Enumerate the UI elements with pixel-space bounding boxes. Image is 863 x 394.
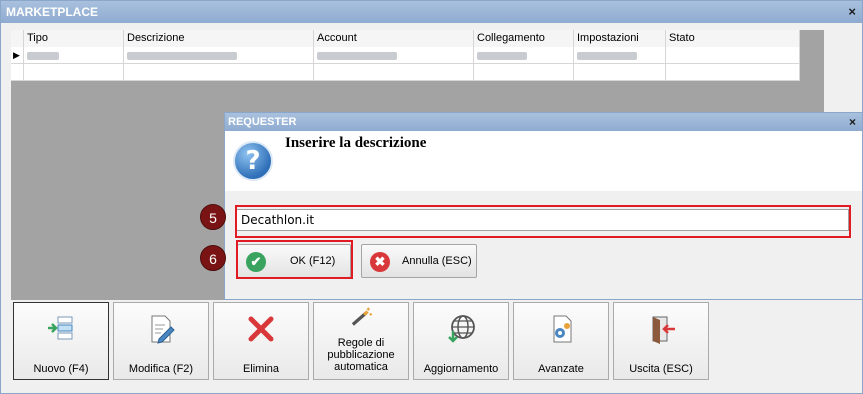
cell-impostazioni (574, 64, 666, 81)
step-badge-5: 5 (200, 204, 226, 230)
cell-collegamento (474, 64, 574, 81)
step-badge-6: 6 (200, 245, 226, 271)
bottom-toolbar: Nuovo (F4) Modifica (F2) Elimina Regole … (11, 302, 860, 382)
update-button[interactable]: Aggiornamento (413, 302, 509, 380)
delete-button-label: Elimina (242, 363, 280, 375)
update-button-label: Aggiornamento (423, 363, 499, 375)
cell-impostazioni (574, 47, 666, 64)
advanced-button[interactable]: Avanzate (513, 302, 609, 380)
auto-publish-rules-label: Regole di pubblicazione automatica (327, 337, 395, 373)
cell-stato (666, 47, 800, 64)
new-button-label: Nuovo (F4) (33, 363, 89, 375)
redacted-value (577, 52, 637, 60)
grid-header-stato[interactable]: Stato (666, 30, 800, 47)
dialog-title: REQUESTER (228, 116, 297, 128)
table-row[interactable] (11, 64, 800, 81)
window-close-icon[interactable]: × (848, 1, 856, 23)
auto-publish-rules-button[interactable]: Regole di pubblicazione automatica (313, 302, 409, 380)
new-record-icon (14, 313, 108, 345)
cell-tipo (24, 64, 124, 81)
cancel-button-label: Annulla (ESC) (402, 255, 472, 267)
cell-account (314, 47, 474, 64)
grid-table: Tipo Descrizione Account Collegamento Im… (11, 30, 800, 81)
edit-button[interactable]: Modifica (F2) (113, 302, 209, 380)
question-icon: ? (233, 141, 273, 181)
redacted-value (477, 52, 527, 60)
grid-header-row: Tipo Descrizione Account Collegamento Im… (11, 30, 800, 47)
delete-icon (214, 313, 308, 345)
edit-icon (114, 313, 208, 345)
globe-download-icon (414, 313, 508, 345)
settings-document-icon (514, 313, 608, 345)
dialog-close-icon[interactable]: × (849, 113, 856, 131)
advanced-button-label: Avanzate (538, 363, 584, 375)
cell-stato (666, 64, 800, 81)
highlight-ok-box (236, 240, 353, 279)
redacted-value (27, 52, 59, 60)
redacted-value (127, 52, 237, 60)
table-row[interactable]: ▶ (11, 47, 800, 64)
row-pointer-icon: ▶ (11, 47, 24, 64)
grid-header-collegamento[interactable]: Collegamento (474, 30, 574, 47)
redacted-value (317, 52, 397, 60)
row-indicator (11, 64, 24, 81)
cancel-button[interactable]: ✖ Annulla (ESC) (361, 244, 477, 278)
window-titlebar: MARKETPLACE × (1, 1, 862, 23)
grid-header-impostazioni[interactable]: Impostazioni (574, 30, 666, 47)
dialog-prompt: Inserire la descrizione (285, 135, 427, 151)
grid-header-indicator (11, 30, 24, 47)
grid-header-account[interactable]: Account (314, 30, 474, 47)
cancel-icon: ✖ (370, 252, 390, 272)
grid-header-descrizione[interactable]: Descrizione (124, 30, 314, 47)
grid-header-tipo[interactable]: Tipo (24, 30, 124, 47)
delete-button[interactable]: Elimina (213, 302, 309, 380)
cell-collegamento (474, 47, 574, 64)
magic-wand-icon (314, 305, 408, 337)
exit-button-label: Uscita (ESC) (629, 363, 693, 375)
window-title: MARKETPLACE (6, 5, 98, 19)
cell-account (314, 64, 474, 81)
cell-descrizione (124, 64, 314, 81)
new-button[interactable]: Nuovo (F4) (13, 302, 109, 380)
highlight-input-box (235, 205, 851, 238)
cell-tipo (24, 47, 124, 64)
dialog-titlebar: REQUESTER × (225, 113, 862, 131)
dialog-header: ? Inserire la descrizione (225, 131, 862, 191)
exit-button[interactable]: Uscita (ESC) (613, 302, 709, 380)
exit-door-icon (614, 313, 708, 345)
edit-button-label: Modifica (F2) (128, 363, 194, 375)
cell-descrizione (124, 47, 314, 64)
